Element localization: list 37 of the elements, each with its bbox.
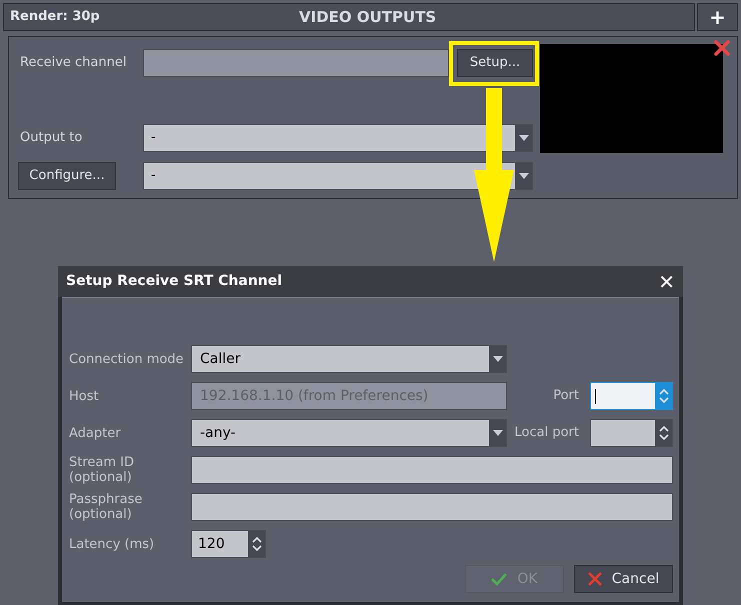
side-label: Port — [553, 387, 579, 406]
latency-spinner[interactable]: 120 — [191, 530, 266, 558]
side-label: Local port — [514, 424, 579, 442]
caret-icon[interactable] — [492, 356, 502, 362]
cancel-button[interactable]: Cancel — [574, 565, 673, 593]
output-to-label: Output to — [20, 129, 84, 148]
cross-icon — [588, 572, 602, 586]
configure-button[interactable]: Configure... — [18, 162, 116, 190]
dropdown[interactable]: Caller — [191, 345, 507, 373]
caret-icon[interactable] — [518, 173, 528, 179]
add-button[interactable]: + — [697, 3, 738, 31]
field-label: Stream ID (optional) — [69, 455, 136, 485]
field-label: Passphrase (optional) — [69, 492, 144, 522]
close-icon[interactable] — [713, 39, 731, 57]
check-icon — [491, 572, 508, 586]
arrow-icon — [472, 88, 516, 262]
configure-dropdown[interactable]: - — [143, 162, 533, 190]
render-label: Render: 30p — [10, 8, 100, 26]
close-button[interactable]: ✕ — [658, 272, 675, 292]
caret-icon[interactable] — [518, 135, 528, 141]
field-label: Host — [69, 388, 100, 404]
setup-button[interactable]: Setup... — [457, 49, 533, 77]
input-field[interactable] — [190, 456, 673, 484]
field-label: Adapter — [69, 426, 122, 440]
dropdown[interactable]: -any- — [191, 419, 507, 447]
dialog-title: Setup Receive SRT Channel — [66, 272, 282, 291]
caret-icon[interactable] — [492, 430, 502, 436]
channel-field[interactable] — [143, 49, 449, 77]
panel-title: VIDEO OUTPUTS — [299, 6, 436, 28]
spin-arrows-icon[interactable] — [658, 425, 668, 441]
spin-arrows-icon[interactable] — [252, 536, 262, 552]
port-spinner[interactable] — [590, 419, 673, 447]
receive-channel-label: Receive channel — [20, 54, 128, 72]
output-dropdown[interactable]: - — [143, 124, 533, 152]
field-label: Latency (ms) — [69, 536, 156, 552]
field-label: Connection mode — [69, 352, 185, 366]
input-field[interactable] — [190, 493, 673, 521]
